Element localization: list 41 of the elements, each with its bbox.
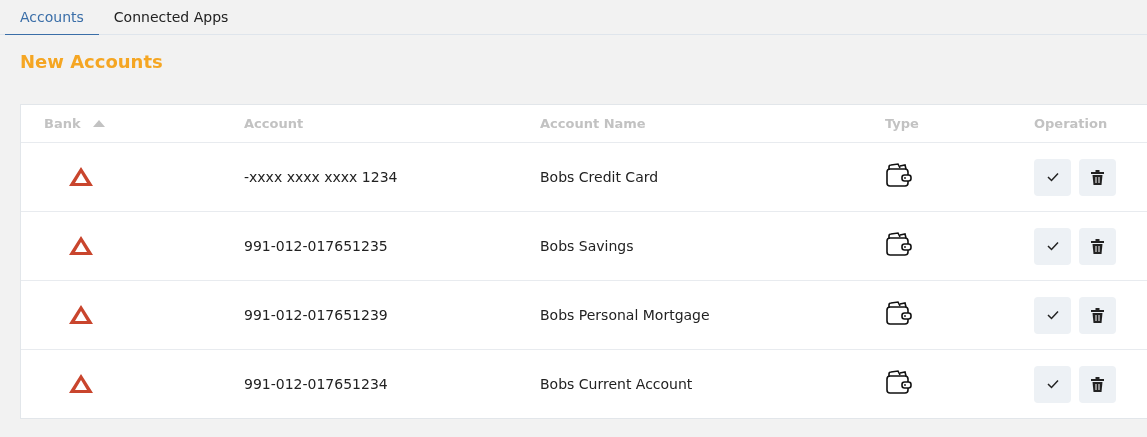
account-name: Bobs Personal Mortgage	[540, 307, 710, 323]
delete-button[interactable]	[1079, 158, 1116, 196]
wallet-icon	[885, 231, 913, 257]
bank-logo-icon	[67, 372, 95, 396]
delete-button[interactable]	[1079, 227, 1116, 265]
column-header[interactable]: Type	[885, 116, 919, 131]
approve-button[interactable]	[1034, 296, 1071, 334]
sort-ascending-icon[interactable]	[92, 120, 105, 127]
wallet-icon	[885, 369, 913, 395]
approve-button[interactable]	[1034, 365, 1071, 403]
account-name: Bobs Current Account	[540, 376, 693, 392]
approve-button[interactable]	[1034, 158, 1071, 196]
account-number: 991-012-017651234	[244, 376, 388, 392]
tab[interactable]: Connected Apps	[98, 0, 244, 35]
column-header[interactable]: Operation	[1034, 116, 1108, 131]
delete-icon	[1091, 169, 1104, 185]
column-header[interactable]: Account Name	[540, 116, 646, 131]
bank-logo-icon	[67, 303, 95, 327]
check-icon	[1046, 241, 1059, 251]
approve-button[interactable]	[1034, 227, 1071, 265]
account-number: -xxxx xxxx xxxx 1234	[244, 169, 398, 185]
section-title: New Accounts	[20, 51, 163, 72]
check-icon	[1046, 379, 1059, 389]
account-name: Bobs Savings	[540, 238, 634, 254]
delete-icon	[1091, 376, 1104, 392]
account-number: 991-012-017651239	[244, 307, 388, 323]
bank-logo-icon	[67, 165, 95, 189]
delete-button[interactable]	[1079, 296, 1116, 334]
check-icon	[1046, 310, 1059, 320]
delete-icon	[1091, 307, 1104, 323]
account-name: Bobs Credit Card	[540, 169, 659, 185]
check-icon	[1046, 172, 1059, 182]
column-header[interactable]: Account	[244, 116, 304, 131]
bank-logo-icon	[67, 234, 95, 258]
account-number: 991-012-017651235	[244, 238, 388, 254]
tab[interactable]: Accounts	[5, 0, 99, 35]
column-header[interactable]: Bank	[44, 116, 81, 131]
wallet-icon	[885, 300, 913, 326]
delete-button[interactable]	[1079, 365, 1116, 403]
delete-icon	[1091, 238, 1104, 254]
wallet-icon	[885, 162, 913, 188]
